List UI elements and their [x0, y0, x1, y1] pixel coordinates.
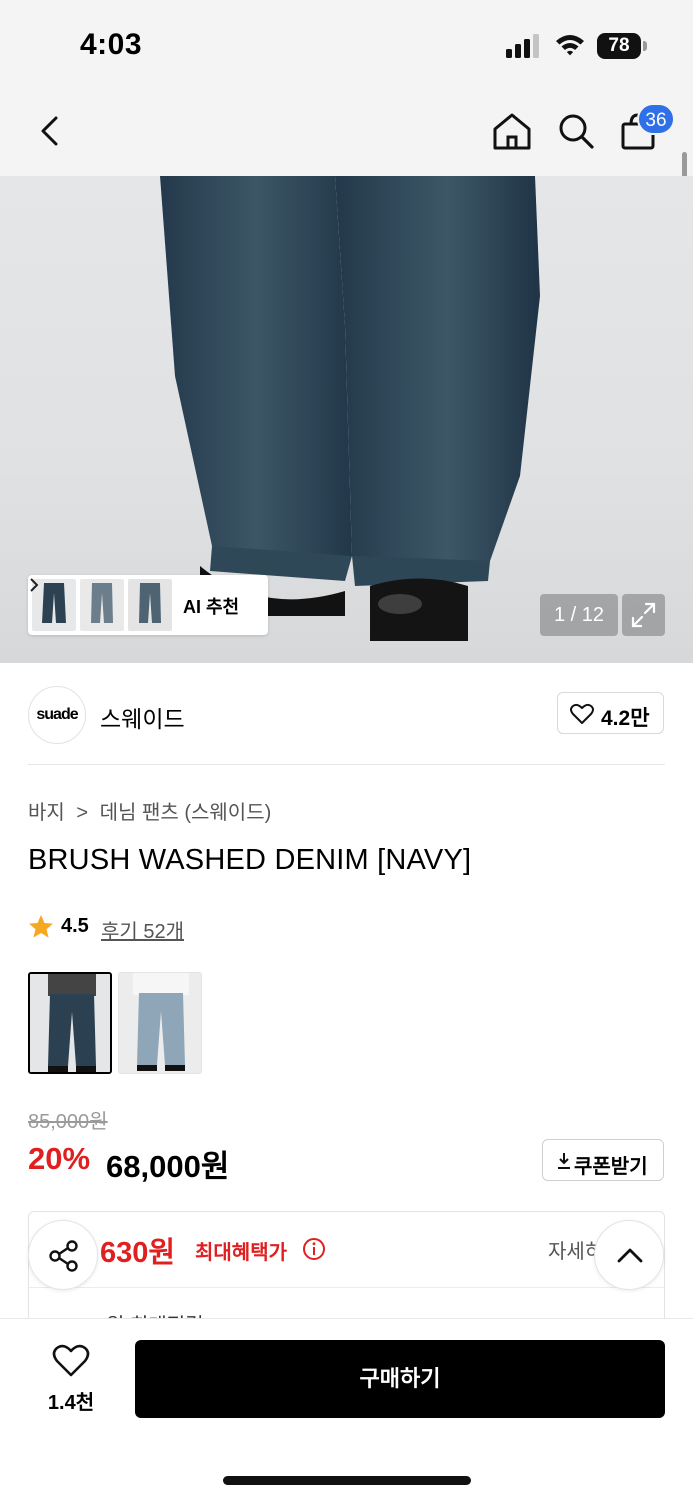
recommend-thumb-3[interactable]	[128, 579, 172, 631]
heart-icon	[570, 703, 594, 724]
coupon-download-button[interactable]: 쿠폰받기	[542, 1139, 664, 1181]
share-icon	[49, 1240, 78, 1272]
search-icon[interactable]	[554, 110, 598, 154]
original-price: 85,000원	[28, 1111, 108, 1133]
product-title: BRUSH WASHED DENIM [NAVY]	[28, 844, 472, 876]
color-swatch-navy[interactable]	[28, 972, 112, 1074]
max-benefit-label: 최대혜택가	[195, 1242, 287, 1264]
max-benefit-amount: 630원	[100, 1237, 176, 1269]
brand-name[interactable]: 스웨이드	[100, 700, 185, 734]
share-button[interactable]	[28, 1220, 98, 1290]
battery-level: 78	[597, 33, 641, 59]
home-icon[interactable]	[490, 110, 534, 154]
wishlist-button[interactable]: 1.4천	[36, 1342, 106, 1414]
ai-recommend-strip[interactable]: AI 추천	[28, 575, 268, 635]
rating-score: 4.5	[61, 915, 89, 937]
info-icon[interactable]	[302, 1237, 326, 1261]
divider	[28, 764, 665, 765]
benefit-detail-link[interactable]: 자세히	[548, 1235, 598, 1264]
image-page-indicator: 1 / 12	[540, 594, 618, 636]
product-image-gallery[interactable]: AI 추천 1 / 12	[0, 176, 693, 663]
cellular-signal-icon	[506, 34, 539, 58]
breadcrumb: 바지 > 데님 팬츠 (스웨이드)	[28, 796, 277, 825]
wishlist-count: 1.4천	[47, 1392, 95, 1414]
ai-recommend-label: AI 추천	[183, 597, 240, 617]
breadcrumb-subcategory[interactable]: 데님 팬츠 (스웨이드)	[100, 802, 272, 824]
status-time: 4:03	[80, 28, 143, 61]
status-bar: 4:03 78	[0, 0, 693, 88]
back-chevron-icon[interactable]	[30, 110, 74, 154]
star-icon	[29, 915, 53, 938]
heart-icon	[52, 1344, 90, 1377]
brand-like-button[interactable]: 4.2만	[557, 692, 664, 734]
wifi-icon	[556, 35, 584, 56]
home-indicator	[223, 1476, 471, 1485]
breadcrumb-category[interactable]: 바지	[28, 802, 65, 824]
download-icon	[558, 1153, 570, 1169]
breadcrumb-separator: >	[76, 802, 89, 824]
sale-price: 68,000원	[106, 1149, 230, 1184]
chevron-right-icon	[30, 578, 39, 592]
recommend-thumb-2[interactable]	[80, 579, 124, 631]
discount-rate: 20%	[28, 1141, 91, 1176]
color-swatch-light[interactable]	[118, 972, 202, 1074]
reviews-link[interactable]: 후기 52개	[101, 915, 184, 944]
chevron-up-icon	[617, 1248, 643, 1263]
buy-button[interactable]: 구매하기	[135, 1340, 665, 1418]
battery-icon: 78	[597, 33, 647, 59]
brand-logo[interactable]: suade	[28, 686, 86, 744]
expand-image-button[interactable]	[622, 594, 665, 636]
cart-count-badge: 36	[637, 103, 675, 135]
top-nav-bar	[0, 88, 693, 176]
expand-icon	[631, 602, 656, 628]
brand-like-count: 4.2만	[601, 707, 650, 730]
coupon-label: 쿠폰받기	[574, 1156, 648, 1178]
scroll-to-top-button[interactable]	[594, 1220, 664, 1290]
